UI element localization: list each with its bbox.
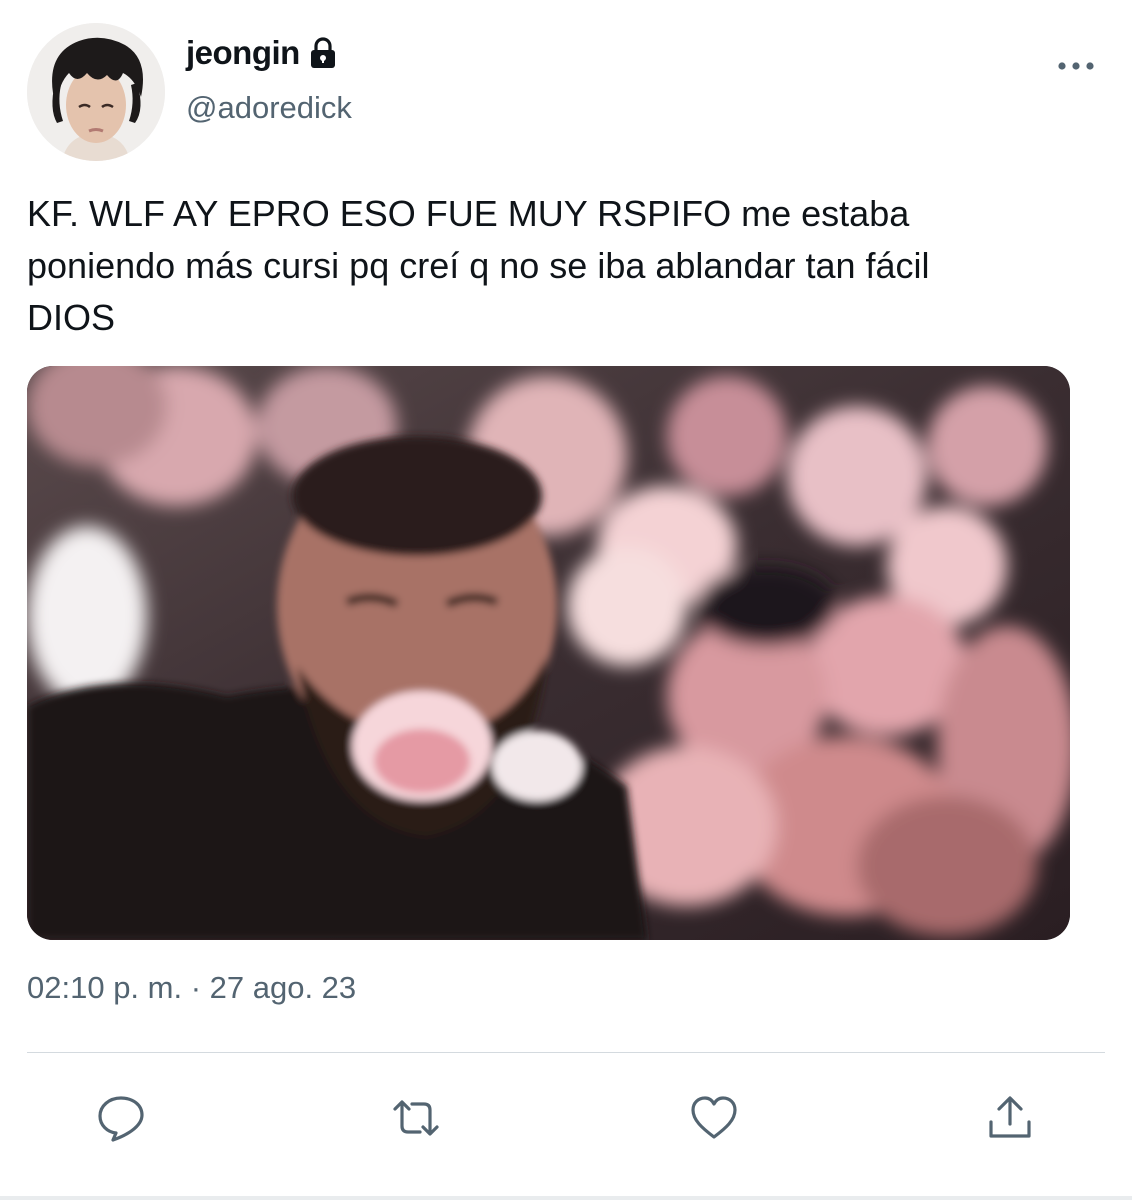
tweet-timestamp[interactable]: 02:10 p. m. · 27 ago. 23 [27,970,356,1006]
lock-icon [308,37,338,69]
more-options-button[interactable] [1052,46,1100,86]
display-name-row: jeongin [186,34,338,72]
retweet-icon [393,1100,439,1136]
more-horizontal-icon [1058,62,1094,70]
retweet-button[interactable] [386,1088,446,1148]
profile-photo [27,23,165,161]
avatar[interactable] [27,23,165,161]
bottom-edge [0,1196,1132,1200]
tweet-text: KF. WLF AY EPRO ESO FUE MUY RSPIFO me es… [27,193,930,338]
tweet-card: jeongin @adoredick KF. WLF AY EPRO ESO F… [0,0,1132,1200]
share-button[interactable] [980,1088,1040,1148]
share-icon [989,1096,1031,1138]
like-button[interactable] [684,1088,744,1148]
reply-icon [98,1096,144,1142]
tweet-media-image[interactable] [27,366,1070,940]
media-photo [27,366,1070,940]
user-handle[interactable]: @adoredick [186,90,352,126]
display-name[interactable]: jeongin [186,34,300,72]
divider [27,1052,1105,1053]
reply-button[interactable] [91,1088,151,1148]
heart-icon [691,1096,737,1139]
